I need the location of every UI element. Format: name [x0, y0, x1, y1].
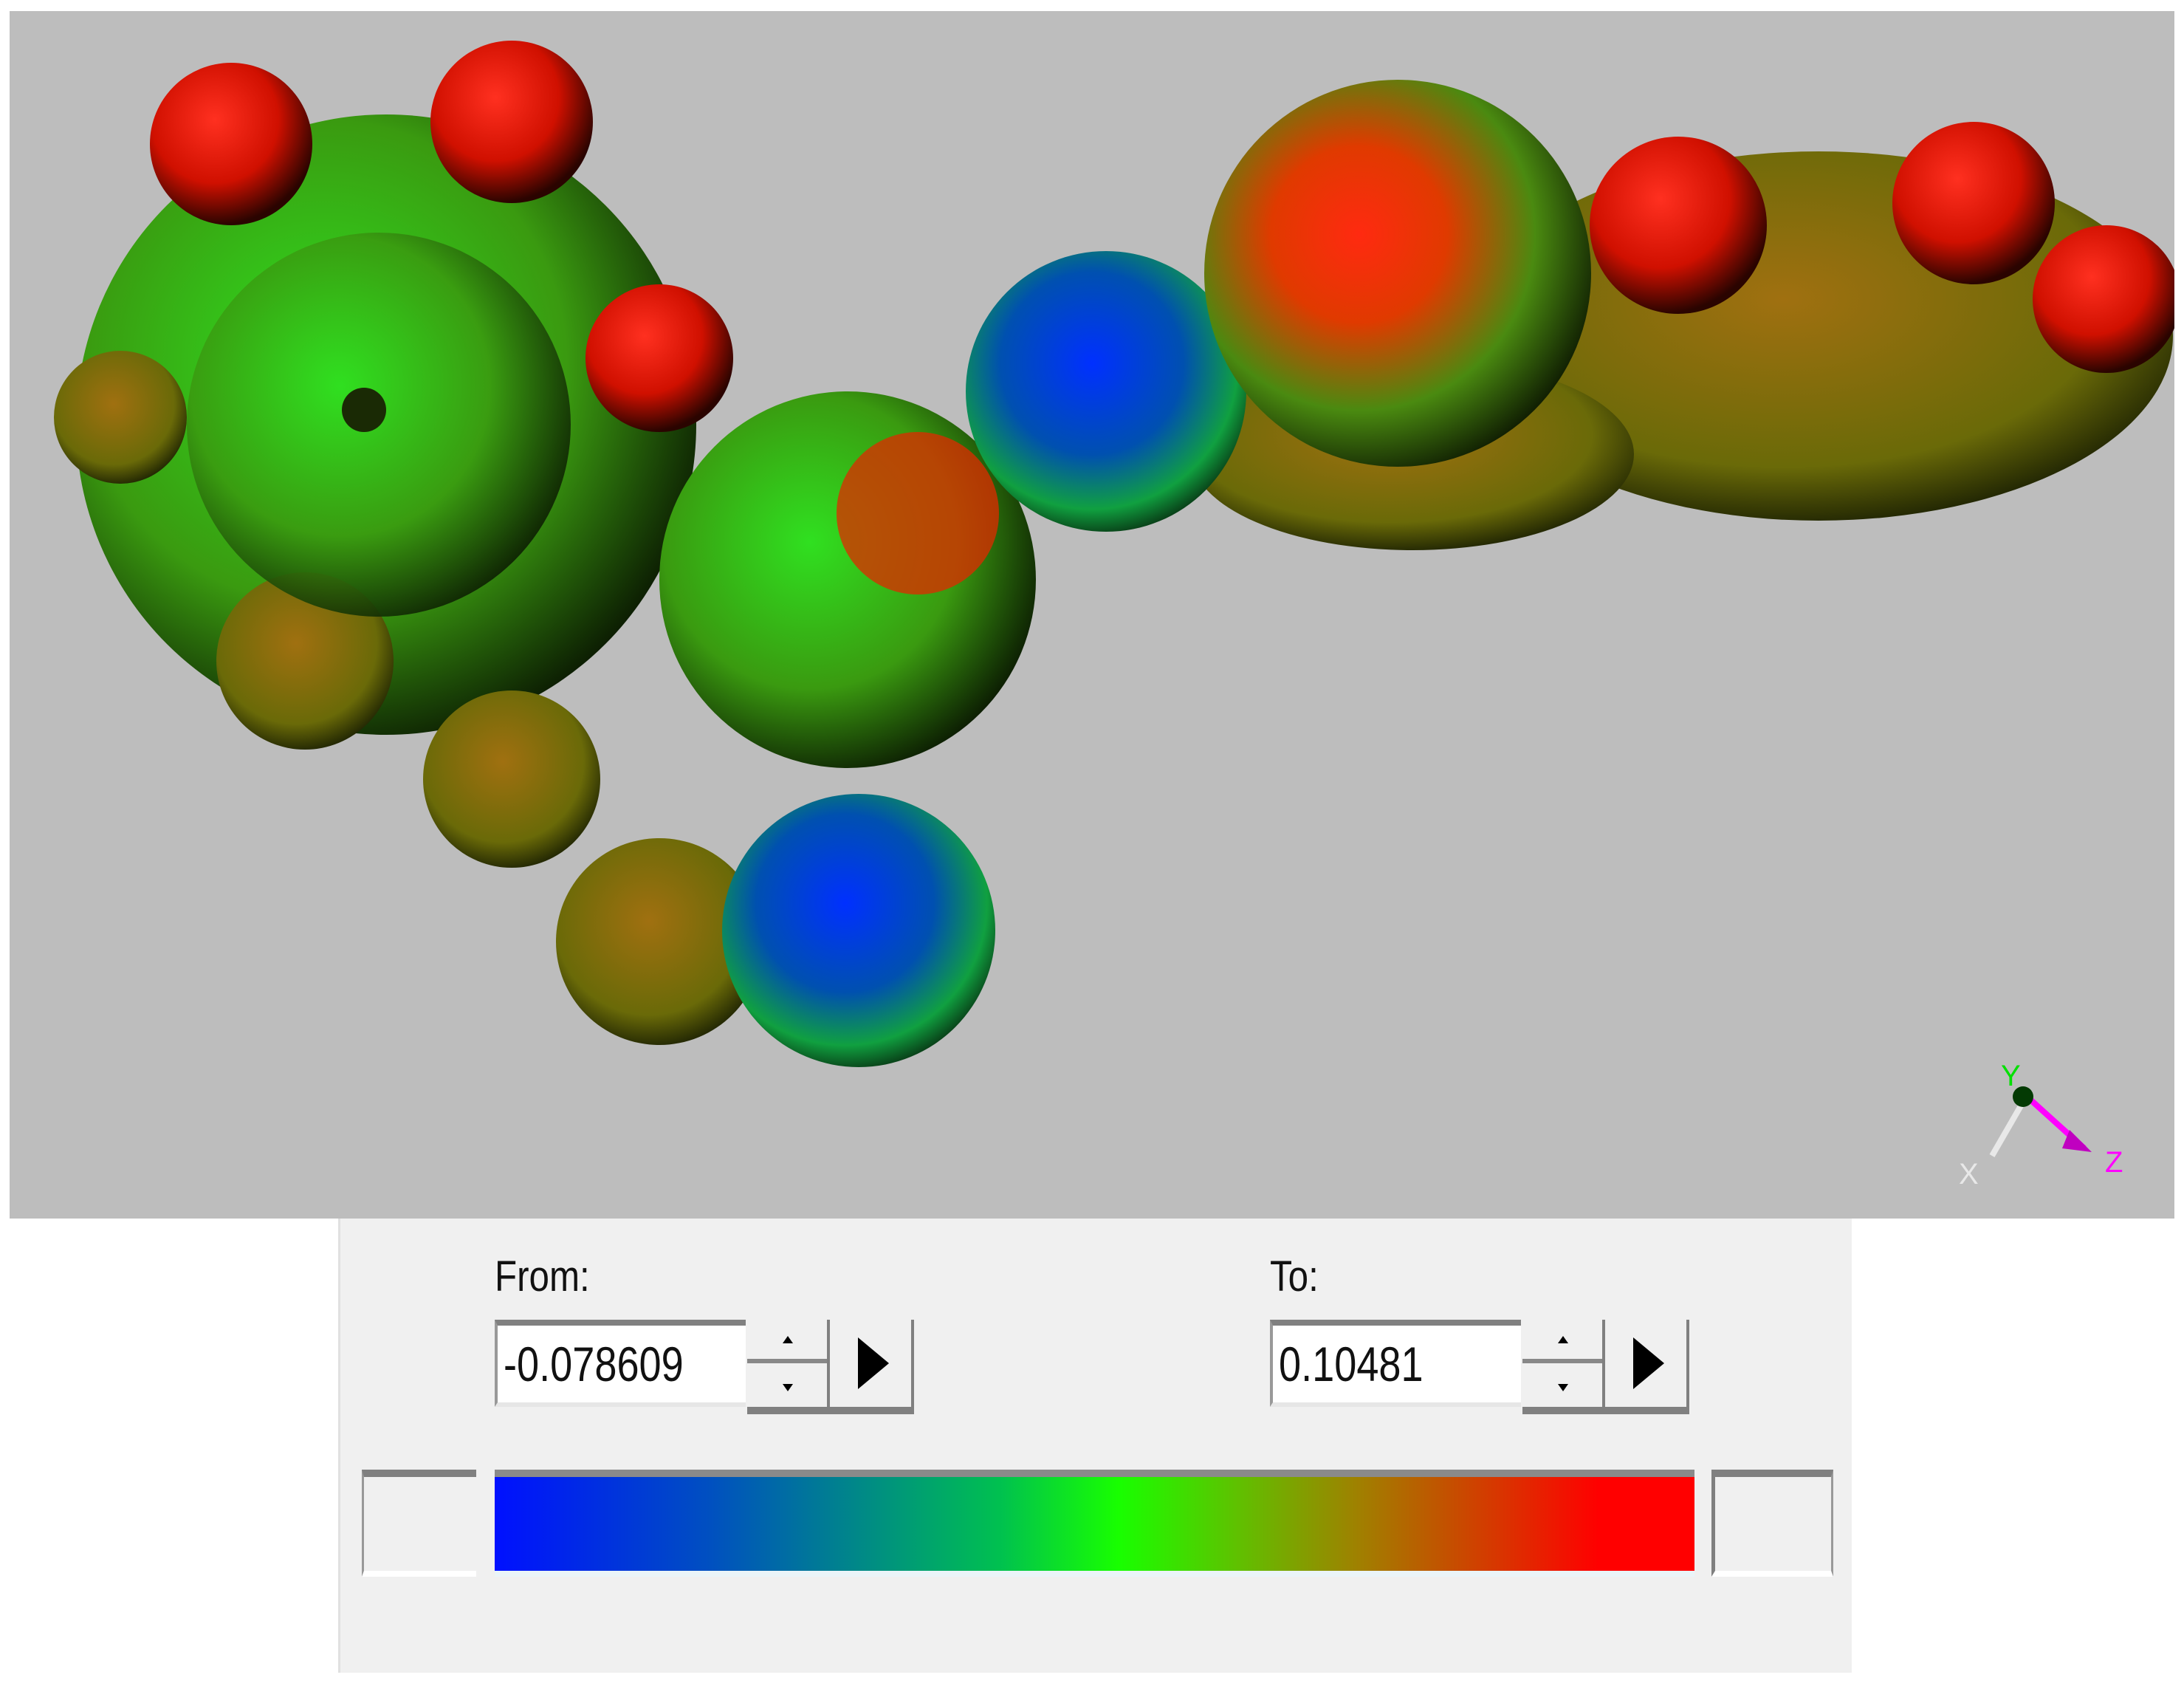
atom-lobe — [586, 284, 733, 432]
to-label: To: — [1270, 1252, 1319, 1301]
above-range-color-swatch[interactable] — [1711, 1470, 1833, 1577]
z-axis-label: Z — [2105, 1146, 2123, 1179]
to-spinner[interactable] — [1522, 1320, 1602, 1414]
ring-hole — [342, 388, 386, 432]
to-spin-up-icon[interactable] — [1522, 1320, 1602, 1363]
from-spin-up-icon[interactable] — [747, 1320, 827, 1363]
atom-lobe — [423, 690, 600, 868]
atom-lobe — [1892, 122, 2055, 284]
from-input[interactable]: -0.078609 — [495, 1320, 746, 1407]
to-apply-button[interactable] — [1602, 1320, 1689, 1414]
from-spin-down-icon[interactable] — [747, 1363, 827, 1407]
colormap-bar — [495, 1470, 1694, 1577]
atom-lobe — [54, 351, 187, 484]
axis-triad: Y X Z — [1959, 1060, 2123, 1190]
atom-lobe — [430, 41, 593, 203]
atom-red-patch — [837, 432, 999, 594]
molecule-surface: Y X Z — [54, 41, 2174, 1190]
x-axis-line — [1989, 1097, 2028, 1157]
atom-lobe — [2033, 225, 2174, 373]
atom-lobe — [1590, 137, 1767, 314]
from-apply-button[interactable] — [827, 1320, 914, 1414]
atom-blue-top — [966, 251, 1246, 532]
below-range-color-swatch[interactable] — [362, 1470, 476, 1577]
to-value: 0.10481 — [1279, 1337, 1424, 1391]
from-spinner[interactable] — [747, 1320, 827, 1414]
to-spin-down-icon[interactable] — [1522, 1363, 1602, 1407]
atom-lobe — [150, 63, 312, 225]
y-axis-label: Y — [2001, 1060, 2021, 1092]
to-input[interactable]: 0.10481 — [1270, 1320, 1521, 1407]
atom-red-sphere — [1204, 80, 1591, 467]
from-value: -0.078609 — [504, 1337, 684, 1391]
atom-blue-bottom — [722, 794, 995, 1067]
molecule-3d-viewport[interactable]: Y X Z — [10, 11, 2174, 1219]
x-axis-label: X — [1959, 1158, 1979, 1190]
from-label: From: — [495, 1252, 590, 1301]
